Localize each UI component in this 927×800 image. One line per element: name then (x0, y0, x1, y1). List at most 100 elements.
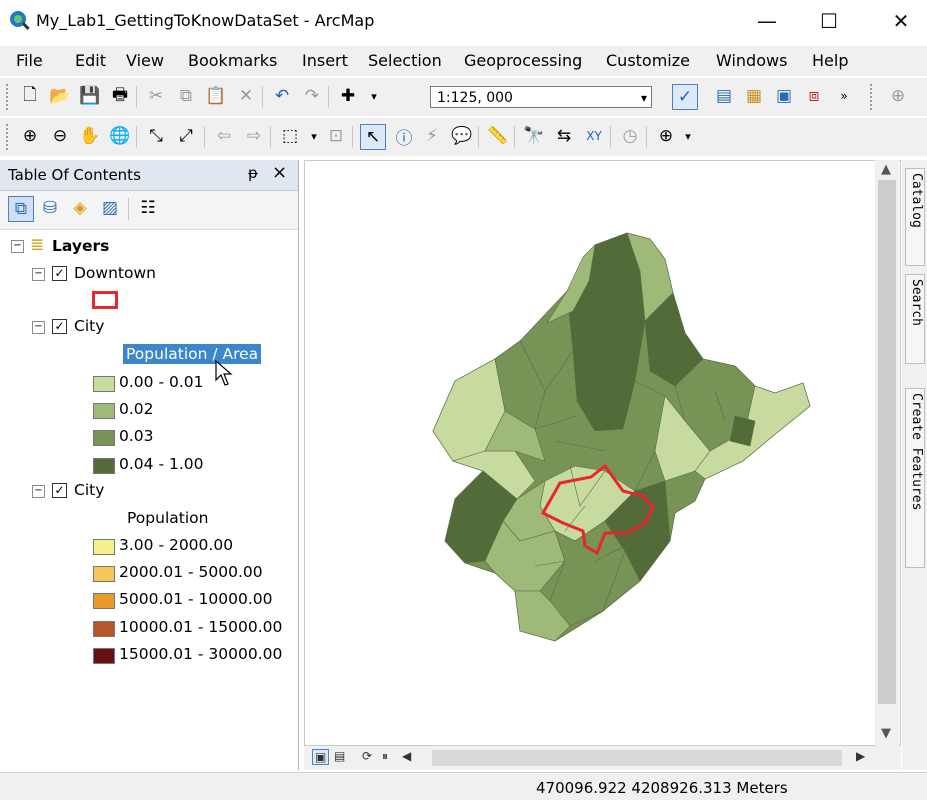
add-data-icon[interactable]: ✚ (336, 84, 360, 108)
menu-view[interactable]: View (126, 51, 164, 70)
menu-edit[interactable]: Edit (75, 51, 106, 70)
density-class-label[interactable]: 0.02 (119, 400, 154, 418)
density-class-swatch[interactable] (93, 458, 115, 474)
population-class-swatch[interactable] (93, 593, 115, 609)
list-by-visibility-icon[interactable]: ◈ (68, 196, 92, 220)
list-by-selection-icon[interactable]: ▨ (98, 196, 122, 220)
downtown-symbol[interactable] (92, 291, 118, 309)
editor-toolbar-icon[interactable]: ✓ (672, 84, 698, 110)
scroll-right-icon[interactable]: ▶ (856, 749, 865, 763)
collapse-city-density-icon[interactable]: − (32, 321, 45, 334)
html-popup-icon[interactable]: 💬 (450, 124, 474, 148)
scroll-left-icon[interactable]: ◀ (402, 749, 411, 763)
scroll-down-icon[interactable]: ▼ (881, 726, 891, 741)
search-tab[interactable]: Search (905, 274, 925, 364)
zoom-out-icon[interactable]: ⊖ (48, 124, 72, 148)
map-vertical-scrollbar[interactable]: ▲ ▼ (875, 160, 899, 746)
scroll-thumb[interactable] (878, 180, 896, 704)
menu-insert[interactable]: Insert (302, 51, 348, 70)
identify-icon[interactable]: ⓘ (392, 124, 416, 149)
open-folder-icon[interactable]: 📂 (48, 84, 72, 108)
list-by-drawing-order-icon[interactable]: ⧉ (8, 196, 34, 222)
toolbar-overflow-icon[interactable]: » (832, 84, 856, 108)
toolbar-overflow-icon[interactable]: ▾ (676, 124, 700, 148)
viewer-window-icon[interactable]: ⊕ (654, 124, 678, 148)
choropleth-map[interactable] (305, 161, 901, 746)
table-of-contents-icon[interactable]: ▤ (712, 84, 736, 108)
undo-icon[interactable]: ↶ (270, 84, 294, 108)
catalog-window-icon[interactable]: ▦ (742, 84, 766, 108)
pin-icon[interactable]: ᵽ (248, 164, 258, 182)
delete-icon[interactable]: ✕ (234, 84, 258, 108)
downtown-visibility-checkbox[interactable]: ✓ (52, 266, 67, 281)
close-window-button[interactable]: ✕ (878, 6, 924, 36)
minimize-button[interactable]: — (744, 6, 790, 36)
select-features-icon[interactable]: ⬚ (278, 124, 302, 148)
scroll-up-icon[interactable]: ▲ (881, 162, 891, 177)
density-class-label[interactable]: 0.04 - 1.00 (119, 455, 203, 473)
density-class-swatch[interactable] (93, 376, 115, 392)
menu-customize[interactable]: Customize (606, 51, 690, 70)
density-class-swatch[interactable] (93, 403, 115, 419)
map-scale-combobox[interactable]: 1:125, 000 ▾ (430, 86, 652, 108)
toolbar-grip[interactable] (6, 84, 12, 110)
menu-windows[interactable]: Windows (716, 51, 787, 70)
population-class-label[interactable]: 5000.01 - 10000.00 (119, 590, 273, 608)
find-route-icon[interactable]: ⇆ (552, 124, 576, 148)
catalog-tab[interactable]: Catalog (905, 168, 925, 266)
fixed-zoom-in-icon[interactable]: ⤡ (144, 124, 168, 148)
menu-bookmarks[interactable]: Bookmarks (188, 51, 277, 70)
menu-help[interactable]: Help (812, 51, 848, 70)
toolbar-grip[interactable] (6, 124, 12, 150)
search-window-icon[interactable]: ▣ (772, 84, 796, 108)
close-icon[interactable]: × (272, 162, 287, 183)
pause-drawing-icon[interactable]: ⏸ (382, 749, 388, 764)
time-slider-icon[interactable]: ◷ (618, 124, 642, 148)
population-class-label[interactable]: 3.00 - 2000.00 (119, 536, 233, 554)
map-display[interactable] (304, 160, 901, 746)
collapse-downtown-icon[interactable]: − (32, 268, 45, 281)
go-to-xy-icon[interactable]: XY (582, 124, 606, 148)
create-features-tab[interactable]: Create Features (905, 388, 925, 568)
chevron-down-icon[interactable]: ▾ (641, 87, 647, 109)
select-elements-arrow-icon[interactable]: ↖ (360, 124, 386, 150)
city-density-layer-label[interactable]: City (74, 317, 104, 335)
density-class-label[interactable]: 0.00 - 0.01 (119, 373, 203, 391)
population-class-label[interactable]: 10000.01 - 15000.00 (119, 618, 282, 636)
refresh-icon[interactable]: ⟳ (362, 749, 372, 763)
menu-file[interactable]: File (16, 51, 43, 70)
city-density-visibility-checkbox[interactable]: ✓ (52, 319, 67, 334)
list-by-source-icon[interactable]: ⛁ (38, 196, 62, 220)
find-binoculars-icon[interactable]: 🔭 (522, 124, 546, 148)
population-class-label[interactable]: 2000.01 - 5000.00 (119, 563, 263, 581)
paste-icon[interactable]: 📋 (204, 84, 228, 108)
toolbar-grip[interactable] (870, 84, 876, 110)
save-icon[interactable]: 💾 (78, 84, 102, 108)
data-view-icon[interactable]: ▣ (312, 749, 330, 765)
copy-icon[interactable]: ⧉ (174, 84, 198, 108)
zoom-in-icon[interactable]: ⊕ (18, 124, 42, 148)
collapse-layers-icon[interactable]: − (11, 240, 24, 253)
collapse-city-population-icon[interactable]: − (32, 485, 45, 498)
add-data-dropdown-icon[interactable]: ▾ (362, 84, 386, 108)
density-class-label[interactable]: 0.03 (119, 427, 154, 445)
print-icon[interactable]: 🖶 (108, 84, 132, 108)
measure-icon[interactable]: 📏 (486, 124, 510, 148)
menu-geoprocessing[interactable]: Geoprocessing (464, 51, 582, 70)
menu-selection[interactable]: Selection (368, 51, 442, 70)
city-population-visibility-checkbox[interactable]: ✓ (52, 483, 67, 498)
downtown-layer-label[interactable]: Downtown (74, 264, 156, 282)
layout-view-icon[interactable]: ▤ (334, 749, 345, 763)
back-extent-icon[interactable]: ⇦ (212, 124, 236, 148)
layers-root-label[interactable]: Layers (52, 237, 109, 255)
map-horizontal-scrollbar[interactable] (432, 750, 842, 766)
population-class-swatch[interactable] (93, 566, 115, 582)
redo-icon[interactable]: ↷ (300, 84, 324, 108)
hyperlink-icon[interactable]: ⚡ (420, 124, 444, 148)
maximize-button[interactable]: ☐ (806, 6, 852, 36)
full-extent-globe-icon[interactable]: 🌐 (108, 124, 132, 148)
population-class-swatch[interactable] (93, 539, 115, 555)
options-icon[interactable]: ☷ (136, 196, 160, 220)
population-field-label[interactable]: Population (127, 509, 208, 527)
model-builder-icon[interactable]: ⊕ (886, 84, 910, 108)
